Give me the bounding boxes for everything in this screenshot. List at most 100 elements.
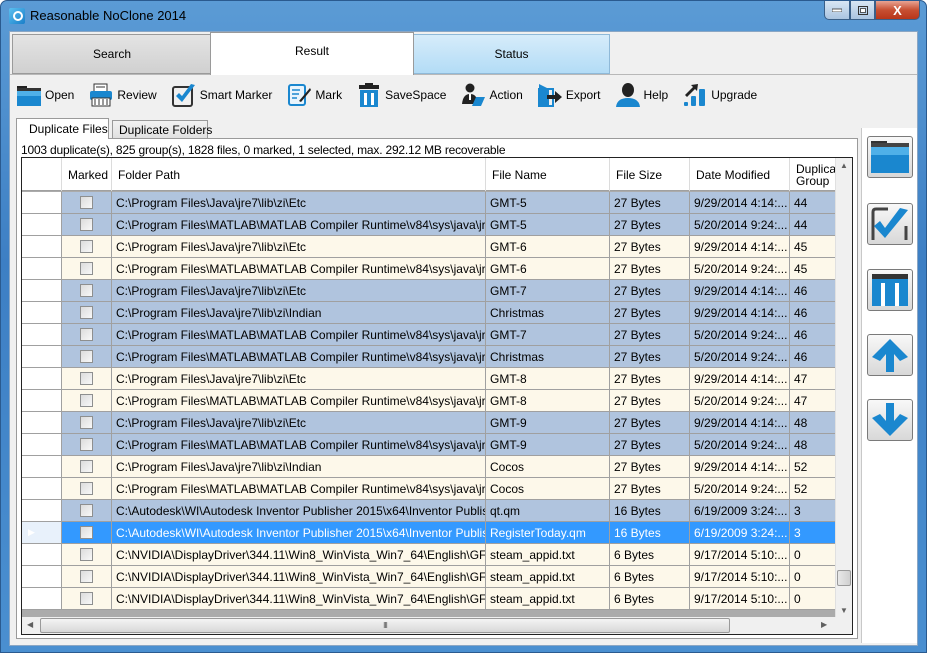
column-header-folder-path[interactable]: Folder Path	[112, 158, 486, 191]
marked-checkbox[interactable]	[80, 460, 93, 473]
table-row[interactable]: C:\Program Files\Java\jre7\lib\zi\Etc GMT…	[22, 192, 836, 214]
tab-status[interactable]: Status	[413, 34, 610, 74]
marked-checkbox[interactable]	[80, 592, 93, 605]
tab-result[interactable]: Result	[210, 32, 414, 75]
marked-checkbox[interactable]	[80, 284, 93, 297]
table-row[interactable]: C:\Program Files\Java\jre7\lib\zi\Etc GMT…	[22, 412, 836, 434]
row-header[interactable]	[22, 324, 62, 346]
file-size-cell: 27 Bytes	[610, 258, 690, 280]
smart-marker-button[interactable]: Smart Marker	[171, 79, 272, 111]
marked-checkbox[interactable]	[80, 548, 93, 561]
horizontal-scroll-thumb[interactable]: III	[40, 618, 730, 633]
title-bar[interactable]: Reasonable NoClone 2014 X	[1, 1, 926, 31]
table-row[interactable]: C:\NVIDIA\DisplayDriver\344.11\Win8_WinV…	[22, 544, 836, 566]
row-header[interactable]	[22, 478, 62, 500]
marked-checkbox[interactable]	[80, 218, 93, 231]
scroll-up-arrow-icon[interactable]: ▲	[840, 161, 848, 170]
table-row[interactable]: C:\Program Files\MATLAB\MATLAB Compiler …	[22, 214, 836, 236]
column-header-date-modified[interactable]: Date Modified	[690, 158, 790, 191]
row-header[interactable]	[22, 302, 62, 324]
row-header[interactable]	[22, 368, 62, 390]
table-row[interactable]: C:\NVIDIA\DisplayDriver\344.11\Win8_WinV…	[22, 588, 836, 610]
marked-checkbox[interactable]	[80, 482, 93, 495]
table-row[interactable]: C:\Program Files\Java\jre7\lib\zi\Etc GMT…	[22, 280, 836, 302]
marked-checkbox[interactable]	[80, 240, 93, 253]
table-row[interactable]: C:\Program Files\MATLAB\MATLAB Compiler …	[22, 258, 836, 280]
row-header[interactable]	[22, 412, 62, 434]
tab-search[interactable]: Search	[12, 34, 212, 74]
savespace-button[interactable]: SaveSpace	[356, 79, 446, 111]
row-header[interactable]	[22, 192, 62, 214]
review-button[interactable]: Review	[88, 79, 157, 111]
marked-checkbox[interactable]	[80, 262, 93, 275]
marked-checkbox[interactable]	[80, 570, 93, 583]
scroll-left-arrow-icon[interactable]: ◀	[27, 620, 33, 629]
table-row[interactable]: C:\NVIDIA\DisplayDriver\344.11\Win8_WinV…	[22, 566, 836, 588]
tab-duplicate-folders[interactable]: Duplicate Folders	[112, 120, 212, 138]
results-grid[interactable]: Marked Folder Path File Name File Size D…	[21, 157, 853, 635]
table-row[interactable]: ▶ C:\Autodesk\WI\Autodesk Inventor Publis…	[22, 522, 836, 544]
table-row[interactable]: C:\Program Files\Java\jre7\lib\zi\Etc GMT…	[22, 236, 836, 258]
column-header-file-name[interactable]: File Name	[486, 158, 610, 191]
marked-checkbox[interactable]	[80, 372, 93, 385]
side-savespace-button[interactable]	[867, 269, 913, 311]
close-button[interactable]: X	[875, 1, 920, 20]
row-header[interactable]	[22, 456, 62, 478]
column-header-duplicate-group[interactable]: Duplica Group	[790, 158, 840, 191]
table-row[interactable]: C:\Program Files\MATLAB\MATLAB Compiler …	[22, 390, 836, 412]
date-modified-cell: 9/29/2014 4:14:...	[690, 456, 790, 478]
side-smart-marker-button[interactable]	[867, 203, 913, 245]
tab-duplicate-files[interactable]: Duplicate Files	[16, 118, 109, 139]
marked-checkbox[interactable]	[80, 196, 93, 209]
table-row[interactable]: C:\Autodesk\WI\Autodesk Inventor Publish…	[22, 500, 836, 522]
side-open-folder-button[interactable]	[867, 136, 913, 178]
table-row[interactable]: C:\Program Files\MATLAB\MATLAB Compiler …	[22, 346, 836, 368]
marked-checkbox[interactable]	[80, 416, 93, 429]
date-modified-cell: 5/20/2014 9:24:...	[690, 390, 790, 412]
table-row[interactable]: C:\Program Files\MATLAB\MATLAB Compiler …	[22, 434, 836, 456]
marked-checkbox[interactable]	[80, 394, 93, 407]
side-move-up-button[interactable]	[867, 334, 913, 376]
help-button[interactable]: Help	[615, 79, 669, 111]
table-row[interactable]: C:\Program Files\MATLAB\MATLAB Compiler …	[22, 478, 836, 500]
open-button[interactable]: Open	[16, 79, 74, 111]
marked-checkbox[interactable]	[80, 526, 93, 539]
table-row[interactable]: C:\Program Files\Java\jre7\lib\zi\Indian…	[22, 302, 836, 324]
row-header[interactable]	[22, 434, 62, 456]
row-header[interactable]	[22, 544, 62, 566]
help-label: Help	[643, 87, 669, 102]
row-header[interactable]	[22, 236, 62, 258]
marked-checkbox[interactable]	[80, 328, 93, 341]
export-button[interactable]: Export	[537, 79, 601, 111]
row-header[interactable]	[22, 588, 62, 610]
marked-checkbox[interactable]	[80, 306, 93, 319]
vertical-scrollbar[interactable]: ▲ ▼	[835, 158, 852, 618]
minimize-button[interactable]	[824, 1, 850, 20]
table-row[interactable]: C:\Program Files\Java\jre7\lib\zi\Indian…	[22, 456, 836, 478]
vertical-scroll-thumb[interactable]	[837, 570, 851, 586]
side-move-down-button[interactable]	[867, 399, 913, 441]
marked-checkbox[interactable]	[80, 350, 93, 363]
row-header[interactable]	[22, 390, 62, 412]
row-header[interactable]	[22, 566, 62, 588]
upgrade-button[interactable]: Upgrade	[682, 79, 757, 111]
row-header[interactable]	[22, 258, 62, 280]
file-size-cell: 6 Bytes	[610, 588, 690, 610]
horizontal-scrollbar[interactable]: ◀ III ▶	[22, 617, 837, 634]
row-header[interactable]	[22, 214, 62, 236]
mark-button[interactable]: Mark	[286, 79, 342, 111]
row-header[interactable]	[22, 500, 62, 522]
table-row[interactable]: C:\Program Files\MATLAB\MATLAB Compiler …	[22, 324, 836, 346]
column-header-marked[interactable]: Marked	[62, 158, 112, 191]
row-header[interactable]: ▶	[22, 522, 62, 544]
maximize-button[interactable]	[850, 1, 875, 20]
scroll-right-arrow-icon[interactable]: ▶	[821, 620, 827, 629]
marked-checkbox[interactable]	[80, 438, 93, 451]
action-button[interactable]: Action	[460, 79, 523, 111]
marked-checkbox[interactable]	[80, 504, 93, 517]
row-header[interactable]	[22, 346, 62, 368]
scroll-down-arrow-icon[interactable]: ▼	[840, 606, 848, 615]
column-header-file-size[interactable]: File Size	[610, 158, 690, 191]
row-header[interactable]	[22, 280, 62, 302]
table-row[interactable]: C:\Program Files\Java\jre7\lib\zi\Etc GMT…	[22, 368, 836, 390]
